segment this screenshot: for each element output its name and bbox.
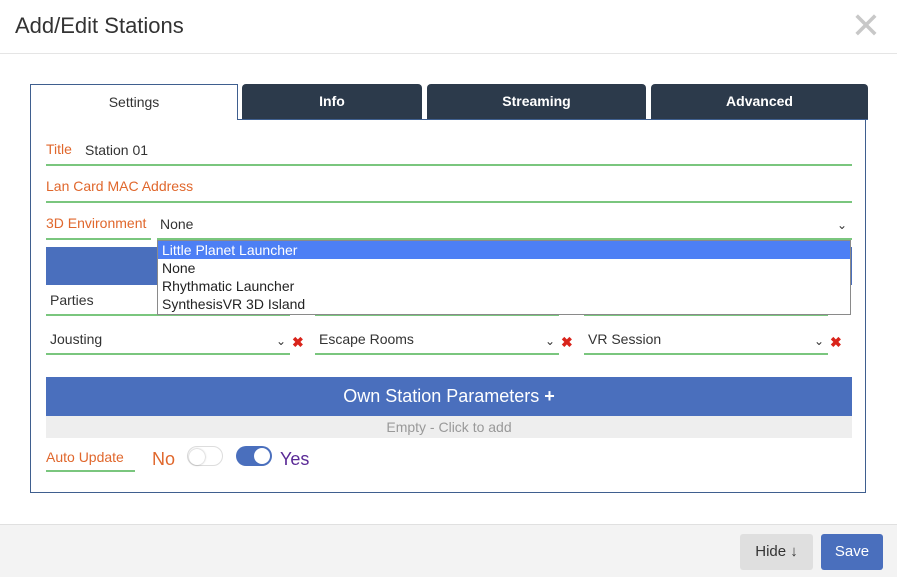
category-select-jousting[interactable]: Jousting (50, 331, 102, 347)
mac-underline (46, 201, 852, 203)
hide-button[interactable]: Hide ↓ (740, 534, 813, 570)
auto-update-on-toggle[interactable] (236, 446, 272, 466)
remove-icon[interactable]: ✖ (561, 334, 573, 351)
plus-icon: + (544, 386, 555, 406)
auto-update-yes-label: Yes (280, 449, 310, 469)
chevron-down-icon[interactable]: ⌄ (814, 334, 824, 348)
auto-update-underline (46, 470, 135, 472)
env-select[interactable]: None (160, 216, 193, 232)
remove-icon[interactable]: ✖ (830, 334, 842, 351)
tab-streaming[interactable]: Streaming (427, 84, 646, 120)
empty-params-placeholder[interactable]: Empty - Click to add (46, 416, 852, 438)
own-params-label: Own Station Parameters (343, 386, 540, 406)
auto-update-off-toggle[interactable] (187, 446, 223, 466)
chevron-down-icon[interactable]: ⌄ (545, 334, 555, 348)
dialog-header: Add/Edit Stations ✕ (0, 0, 897, 54)
dialog-title: Add/Edit Stations (15, 13, 184, 38)
save-button[interactable]: Save (821, 534, 883, 570)
title-underline (46, 164, 852, 166)
auto-update-no-label: No (152, 449, 176, 469)
remove-icon[interactable]: ✖ (292, 334, 304, 351)
category-underline (315, 353, 559, 355)
title-input[interactable]: Station 01 (85, 142, 148, 158)
dialog-footer: Hide ↓ Save (0, 524, 897, 577)
tab-info[interactable]: Info (242, 84, 422, 120)
mac-label: Lan Card MAC Address (46, 178, 194, 194)
tab-advanced[interactable]: Advanced (651, 84, 868, 120)
chevron-down-icon[interactable]: ⌄ (837, 218, 847, 232)
env-dropdown-list[interactable]: Little Planet Launcher None Rhythmatic L… (157, 240, 851, 315)
env-option[interactable]: Little Planet Launcher (158, 241, 850, 259)
env-option[interactable]: Rhythmatic Launcher (158, 277, 850, 295)
category-underline (584, 353, 828, 355)
env-option[interactable]: SynthesisVR 3D Island (158, 295, 850, 313)
own-station-parameters-button[interactable]: Own Station Parameters + (46, 377, 852, 416)
category-select-parties[interactable]: Parties (50, 292, 94, 308)
env-label: 3D Environment (46, 215, 147, 231)
tab-settings[interactable]: Settings (30, 84, 238, 120)
chevron-down-icon[interactable]: ⌄ (276, 334, 286, 348)
category-select-escape-rooms[interactable]: Escape Rooms (319, 331, 414, 347)
category-select-vr-session[interactable]: VR Session (588, 331, 661, 347)
env-label-underline (46, 238, 151, 240)
env-option[interactable]: None (158, 259, 850, 277)
mac-input[interactable] (200, 178, 840, 196)
close-icon[interactable]: ✕ (851, 8, 881, 44)
title-label: Title (46, 141, 72, 157)
category-underline (46, 353, 290, 355)
auto-update-label: Auto Update (46, 449, 124, 465)
